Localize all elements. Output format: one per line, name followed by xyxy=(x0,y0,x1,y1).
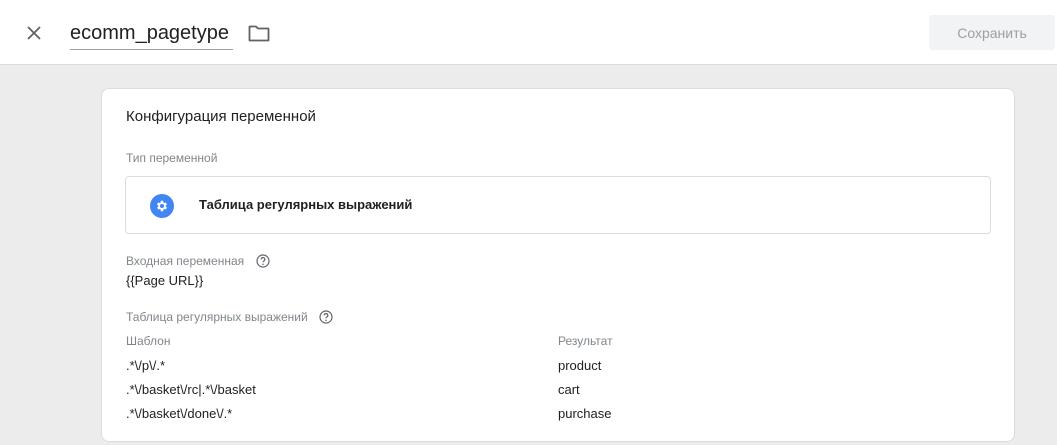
folder-button[interactable] xyxy=(246,20,272,46)
row-result: cart xyxy=(558,382,580,397)
input-variable-label-text: Входная переменная xyxy=(126,254,245,268)
variable-type-name: Таблица регулярных выражений xyxy=(199,197,413,212)
folder-icon xyxy=(248,25,270,42)
gear-icon xyxy=(150,194,174,218)
regex-table-label-text: Таблица регулярных выражений xyxy=(126,310,308,324)
row-result: product xyxy=(558,358,602,373)
row-pattern: .*\/p\/.* xyxy=(126,358,166,373)
close-icon xyxy=(27,26,41,40)
card-title: Конфигурация переменной xyxy=(126,108,316,125)
row-pattern: .*\/basket\/rc|.*\/basket xyxy=(126,382,256,397)
help-icon[interactable] xyxy=(255,254,270,268)
input-variable-value: {{Page URL}} xyxy=(126,273,204,288)
row-result: purchase xyxy=(558,406,612,421)
variable-type-label: Тип переменной xyxy=(126,151,218,165)
variable-name-input[interactable]: ecomm_pagetype xyxy=(70,20,233,50)
top-bar: ecomm_pagetype Сохранить xyxy=(0,0,1057,65)
column-header-pattern: Шаблон xyxy=(126,334,171,348)
help-icon[interactable] xyxy=(319,310,333,324)
close-button[interactable] xyxy=(22,21,46,45)
save-button[interactable]: Сохранить xyxy=(929,15,1055,50)
input-variable-label: Входная переменная xyxy=(126,254,270,268)
variable-type-selector[interactable]: Таблица регулярных выражений xyxy=(125,176,991,234)
regex-table-label: Таблица регулярных выражений xyxy=(126,310,333,324)
row-pattern: .*\/basket\/done\/.* xyxy=(126,406,233,421)
variable-configuration-card: Конфигурация переменной Тип переменной Т… xyxy=(101,88,1015,442)
column-header-result: Результат xyxy=(558,334,613,348)
